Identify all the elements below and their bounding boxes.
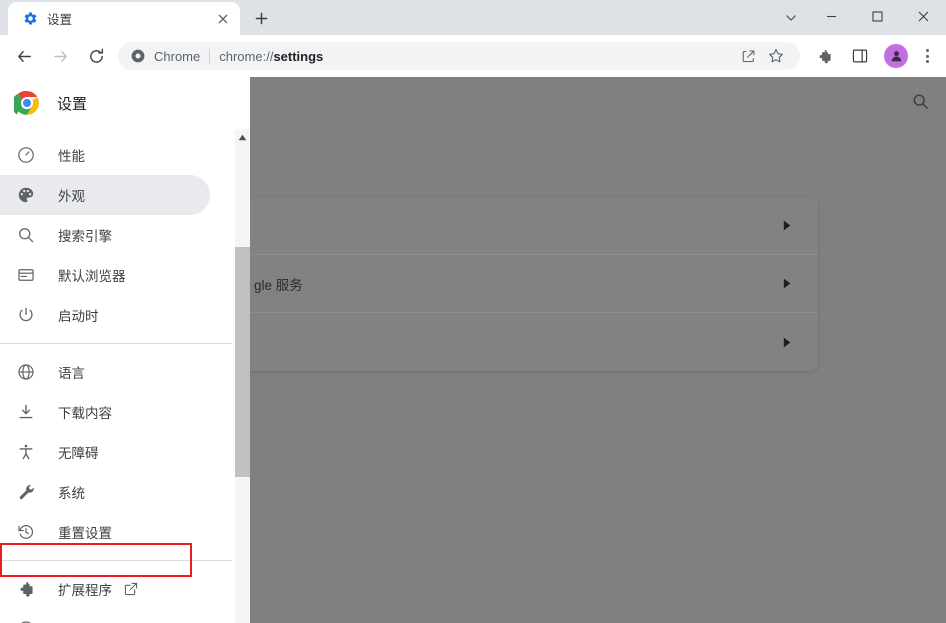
sidebar-item-label: 扩展程序: [58, 583, 112, 598]
restore-icon: [16, 522, 36, 542]
sidebar-item-downloads[interactable]: 下载内容: [0, 392, 210, 432]
power-icon: [16, 305, 36, 325]
browser-tab[interactable]: 设置: [8, 2, 240, 35]
sidebar-item-on-startup[interactable]: 启动时: [0, 295, 210, 335]
sidebar-item-label: 关于 Chrome: [58, 619, 137, 623]
puzzle-icon[interactable]: [809, 41, 839, 71]
chevron-right-icon: [780, 277, 794, 291]
tab-strip: 设置: [0, 0, 946, 35]
gear-icon: [22, 11, 38, 27]
sidebar-item-search-engine[interactable]: 搜索引擎: [0, 215, 210, 255]
sidebar-item-default-browser[interactable]: 默认浏览器: [0, 255, 210, 295]
sidebar-divider: [0, 560, 232, 561]
scrollbar-thumb[interactable]: [235, 247, 250, 477]
forward-icon[interactable]: [45, 41, 75, 71]
settings-content-dimmed: gle 服务: [250, 77, 946, 623]
chevron-right-icon: [780, 335, 794, 349]
browser-window-icon: [16, 265, 36, 285]
close-button[interactable]: [900, 0, 946, 32]
chevron-down-icon[interactable]: [774, 4, 808, 32]
sidebar-item-accessibility[interactable]: 无障碍: [0, 432, 210, 472]
tab-title: 设置: [47, 13, 73, 27]
sidebar-item-languages[interactable]: 语言: [0, 352, 210, 392]
sidebar-nav: 性能 外观 搜索引擎 默认浏览器 启动时 语言 下载内容 无障碍 系统 重置设置…: [0, 129, 232, 623]
sidebar-item-label: 下载内容: [58, 406, 112, 421]
globe-icon: [16, 362, 36, 382]
address-bar-url: chrome://settings: [219, 49, 323, 64]
sidebar-item-label: 启动时: [58, 309, 99, 324]
settings-card-row[interactable]: [250, 313, 818, 371]
sidebar-item-label: 外观: [58, 189, 85, 204]
sidebar-item-label: 无障碍: [58, 446, 99, 461]
download-icon: [16, 402, 36, 422]
sidebar-item-reset-settings[interactable]: 重置设置: [0, 512, 210, 552]
toolbar-right-actions: [806, 41, 940, 71]
more-vertical-icon[interactable]: [914, 41, 940, 71]
sidebar-item-system[interactable]: 系统: [0, 472, 210, 512]
search-icon: [16, 225, 36, 245]
sidebar-item-label: 语言: [58, 366, 85, 381]
new-tab-button[interactable]: [246, 3, 276, 33]
open-in-new-icon: [124, 582, 138, 596]
puzzle-icon: [16, 579, 36, 599]
dot: [925, 49, 929, 52]
settings-sidebar: 性能 外观 搜索引擎 默认浏览器 启动时 语言 下载内容 无障碍 系统 重置设置…: [0, 129, 250, 623]
sidebar-item-performance[interactable]: 性能: [0, 135, 210, 175]
sidebar-item-appearance[interactable]: 外观: [0, 175, 210, 215]
dot: [925, 60, 929, 63]
star-icon[interactable]: [764, 44, 788, 68]
address-bar[interactable]: Chrome chrome://settings: [118, 42, 800, 70]
scroll-up-arrow-icon[interactable]: [235, 129, 250, 145]
site-chip-label: Chrome: [154, 48, 201, 64]
url-prefix: chrome://: [219, 48, 274, 64]
close-icon[interactable]: [214, 10, 232, 28]
avatar[interactable]: [884, 44, 908, 68]
wrench-icon: [16, 482, 36, 502]
sidebar-item-label: 默认浏览器: [58, 269, 126, 284]
sidebar-divider: [0, 343, 232, 344]
speedometer-icon: [16, 145, 36, 165]
sidebar-item-label: 系统: [58, 486, 85, 501]
chrome-ring-icon: [16, 619, 36, 623]
reload-icon[interactable]: [81, 41, 111, 71]
sidebar-item-label: 性能: [58, 149, 85, 164]
sidebar-scrollbar[interactable]: [235, 129, 250, 623]
chrome-icon: [130, 48, 146, 64]
sidebar-item-about-chrome[interactable]: 关于 Chrome: [0, 609, 210, 623]
browser-toolbar: Chrome chrome://settings: [0, 35, 946, 77]
window-controls: [808, 0, 946, 32]
chevron-right-icon: [780, 219, 794, 233]
sidebar-item-label: 搜索引擎: [58, 229, 112, 244]
maximize-button[interactable]: [854, 0, 900, 32]
omnibox-divider: [209, 48, 211, 64]
page-title: 设置: [57, 95, 88, 113]
chrome-logo: [11, 90, 40, 116]
back-icon[interactable]: [9, 41, 39, 71]
url-path: settings: [273, 48, 324, 64]
palette-icon: [16, 185, 36, 205]
settings-page: gle 服务 设置 性能 外观 搜索引擎 默认浏览器 启动时 语言 下载内容 无…: [0, 77, 946, 623]
accessibility-icon: [16, 442, 36, 462]
settings-card-row[interactable]: [250, 197, 818, 255]
share-icon[interactable]: [736, 44, 760, 68]
minimize-button[interactable]: [808, 0, 854, 32]
dot: [925, 54, 929, 58]
row-label: gle 服务: [254, 277, 303, 293]
settings-card: gle 服务: [250, 197, 818, 371]
search-icon[interactable]: [908, 89, 932, 113]
side-panel-icon[interactable]: [845, 41, 875, 71]
settings-card-row[interactable]: gle 服务: [250, 255, 818, 313]
sidebar-item-label: 重置设置: [58, 526, 112, 541]
browser-window: 设置 Chrome chrome://settings gle 服务 设置 性能…: [0, 0, 946, 623]
settings-header: 设置: [0, 77, 250, 129]
sidebar-item-extensions[interactable]: 扩展程序: [0, 569, 210, 609]
omnibox-actions: [734, 44, 790, 68]
